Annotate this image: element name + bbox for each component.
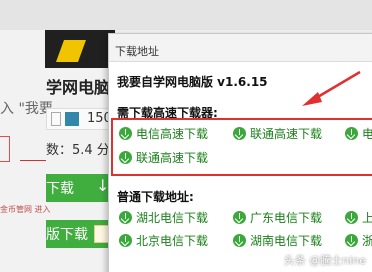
annotation-arrow-icon (302, 70, 361, 106)
watermark: 头条 @騰士nine (283, 254, 366, 267)
